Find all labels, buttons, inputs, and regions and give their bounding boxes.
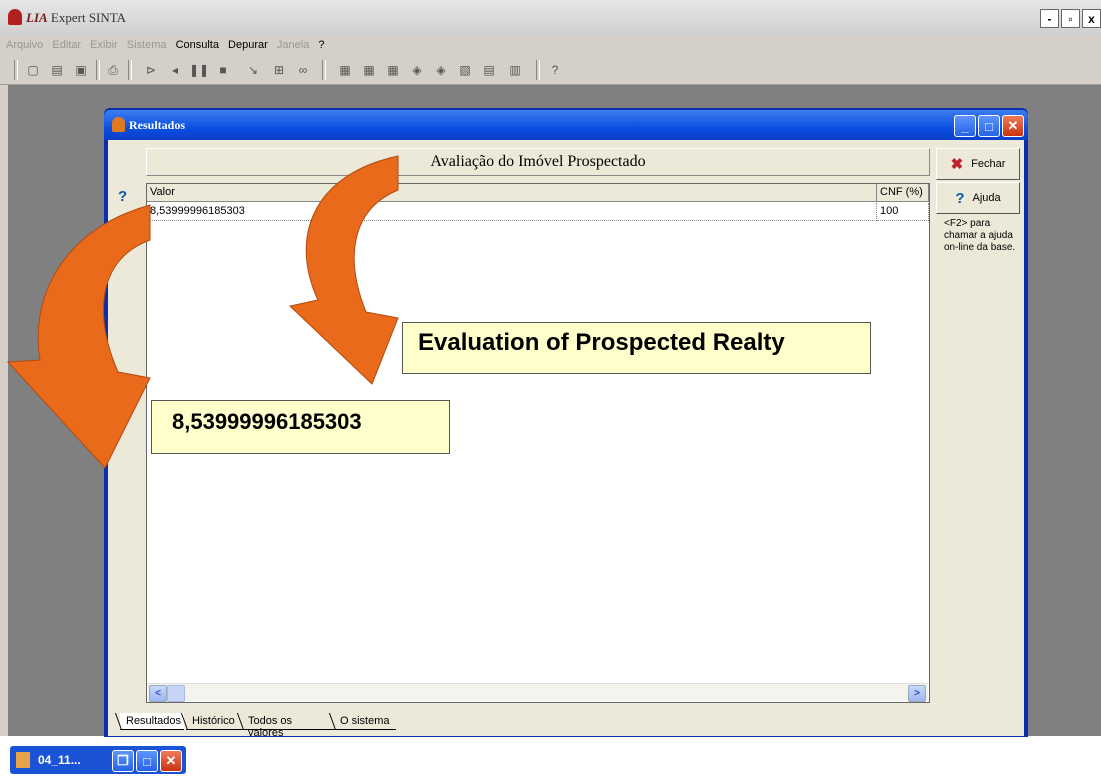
- column-header-cnf[interactable]: CNF (%): [877, 184, 929, 202]
- title-annotation: Evaluation of Prospected Realty: [402, 322, 871, 374]
- restore-button[interactable]: ▫: [1061, 9, 1080, 28]
- tool-icon-4[interactable]: ◈: [408, 61, 426, 79]
- tool-icon-5[interactable]: ◈: [432, 61, 450, 79]
- open-folder-icon[interactable]: ▤: [48, 61, 66, 79]
- back-icon[interactable]: ◂: [166, 61, 184, 79]
- menu-help[interactable]: ?: [318, 39, 324, 51]
- watch-icon[interactable]: ∞: [294, 61, 312, 79]
- scroll-thumb[interactable]: [167, 685, 185, 702]
- help-results-label: Ajuda: [972, 192, 1001, 204]
- tab-resultados[interactable]: Resultados: [120, 713, 184, 730]
- menu-depurar[interactable]: Depurar: [228, 39, 268, 51]
- app-window-controls: - ▫ x: [1040, 9, 1101, 28]
- menu-sistema[interactable]: Sistema: [127, 39, 167, 51]
- toolbar: ▢ ▤ ▣ ⎙ ⊳ ◂ ❚❚ ■ ↘ ⊞ ∞ ▦ ▦ ▦ ◈ ◈ ▧ ▤ ▥ ?: [0, 55, 1101, 85]
- step-icon[interactable]: ⊳: [142, 61, 160, 79]
- tool-icon-6[interactable]: ▧: [456, 61, 474, 79]
- tab-o-sistema[interactable]: O sistema: [334, 713, 396, 730]
- value-annotation: 8,53999996185303: [151, 400, 450, 454]
- close-results-label: Fechar: [971, 158, 1006, 170]
- save-icon[interactable]: ▣: [72, 61, 90, 79]
- results-close-button[interactable]: ✕: [1002, 115, 1024, 137]
- results-title: Resultados: [129, 118, 186, 132]
- close-results-button[interactable]: ✖ Fechar: [936, 148, 1020, 180]
- menu-janela[interactable]: Janela: [277, 39, 309, 51]
- cell-valor[interactable]: 8,53999996185303: [147, 203, 877, 221]
- results-tabs: Resultados Histórico Todos os valores O …: [118, 713, 1018, 739]
- tab-todos-os-valores[interactable]: Todos os valores: [242, 713, 334, 739]
- app-logo-icon: [8, 9, 22, 25]
- toolbar-separator: [96, 60, 100, 80]
- help-note: <F2> para chamar a ajuda on-line da base…: [944, 218, 1016, 253]
- pause-icon[interactable]: ❚❚: [189, 61, 209, 79]
- help-results-button[interactable]: ? Ajuda: [936, 182, 1020, 214]
- horizontal-scrollbar[interactable]: < >: [148, 683, 928, 702]
- column-header-valor[interactable]: Valor: [147, 184, 877, 202]
- stop-icon[interactable]: ■: [214, 61, 232, 79]
- toolbar-separator: [14, 60, 18, 80]
- left-edge: [0, 85, 8, 736]
- close-button[interactable]: x: [1082, 9, 1101, 28]
- menu-arquivo[interactable]: Arquivo: [6, 39, 43, 51]
- task-close-button[interactable]: ✕: [160, 750, 182, 772]
- help-question-icon: ?: [955, 189, 965, 207]
- new-file-icon[interactable]: ▢: [24, 61, 42, 79]
- toolbar-separator: [322, 60, 326, 80]
- scroll-right-button[interactable]: >: [908, 685, 926, 702]
- task-icon: [16, 752, 30, 768]
- results-heading: Avaliação do Imóvel Prospectado: [430, 153, 646, 170]
- results-window-controls: _ □ ✕: [954, 115, 1024, 137]
- expand-icon[interactable]: ⊞: [270, 61, 288, 79]
- tool-icon-3[interactable]: ▦: [384, 61, 402, 79]
- task-controls: ❐ □ ✕: [112, 750, 182, 772]
- tool-icon-8[interactable]: ▥: [506, 61, 524, 79]
- tool-icon-2[interactable]: ▦: [360, 61, 378, 79]
- app-title-bar: LIA Expert SINTA - ▫ x: [0, 0, 1101, 36]
- toolbar-separator: [536, 60, 540, 80]
- results-minimize-button[interactable]: _: [954, 115, 976, 137]
- question-icon[interactable]: ?: [118, 188, 127, 205]
- task-label: 04_11...: [38, 753, 81, 767]
- tool-icon-7[interactable]: ▤: [480, 61, 498, 79]
- results-title-bar: Resultados _ □ ✕: [104, 110, 1028, 140]
- task-restore-button[interactable]: ❐: [112, 750, 134, 772]
- menu-consulta[interactable]: Consulta: [176, 39, 219, 51]
- task-maximize-button[interactable]: □: [136, 750, 158, 772]
- tab-historico[interactable]: Histórico: [186, 713, 242, 730]
- app-title: LIA Expert SINTA: [26, 10, 127, 25]
- minimized-task-button[interactable]: 04_11... ❐ □ ✕: [10, 746, 186, 774]
- menu-exibir[interactable]: Exibir: [90, 39, 118, 51]
- menu-editar[interactable]: Editar: [52, 39, 81, 51]
- trace-icon[interactable]: ↘: [244, 61, 262, 79]
- help-icon[interactable]: ?: [546, 61, 564, 79]
- minimize-button[interactable]: -: [1040, 9, 1059, 28]
- toolbar-separator: [128, 60, 132, 80]
- results-window-icon: [112, 117, 125, 132]
- results-heading-bar: Avaliação do Imóvel Prospectado: [146, 148, 930, 176]
- cell-cnf[interactable]: 100: [877, 203, 929, 221]
- tool-icon-1[interactable]: ▦: [336, 61, 354, 79]
- results-maximize-button[interactable]: □: [978, 115, 1000, 137]
- menu-bar: Arquivo Editar Exibir Sistema Consulta D…: [0, 36, 1101, 55]
- scroll-left-button[interactable]: <: [149, 685, 167, 702]
- close-x-icon: ✖: [950, 156, 964, 173]
- print-icon[interactable]: ⎙: [104, 61, 122, 79]
